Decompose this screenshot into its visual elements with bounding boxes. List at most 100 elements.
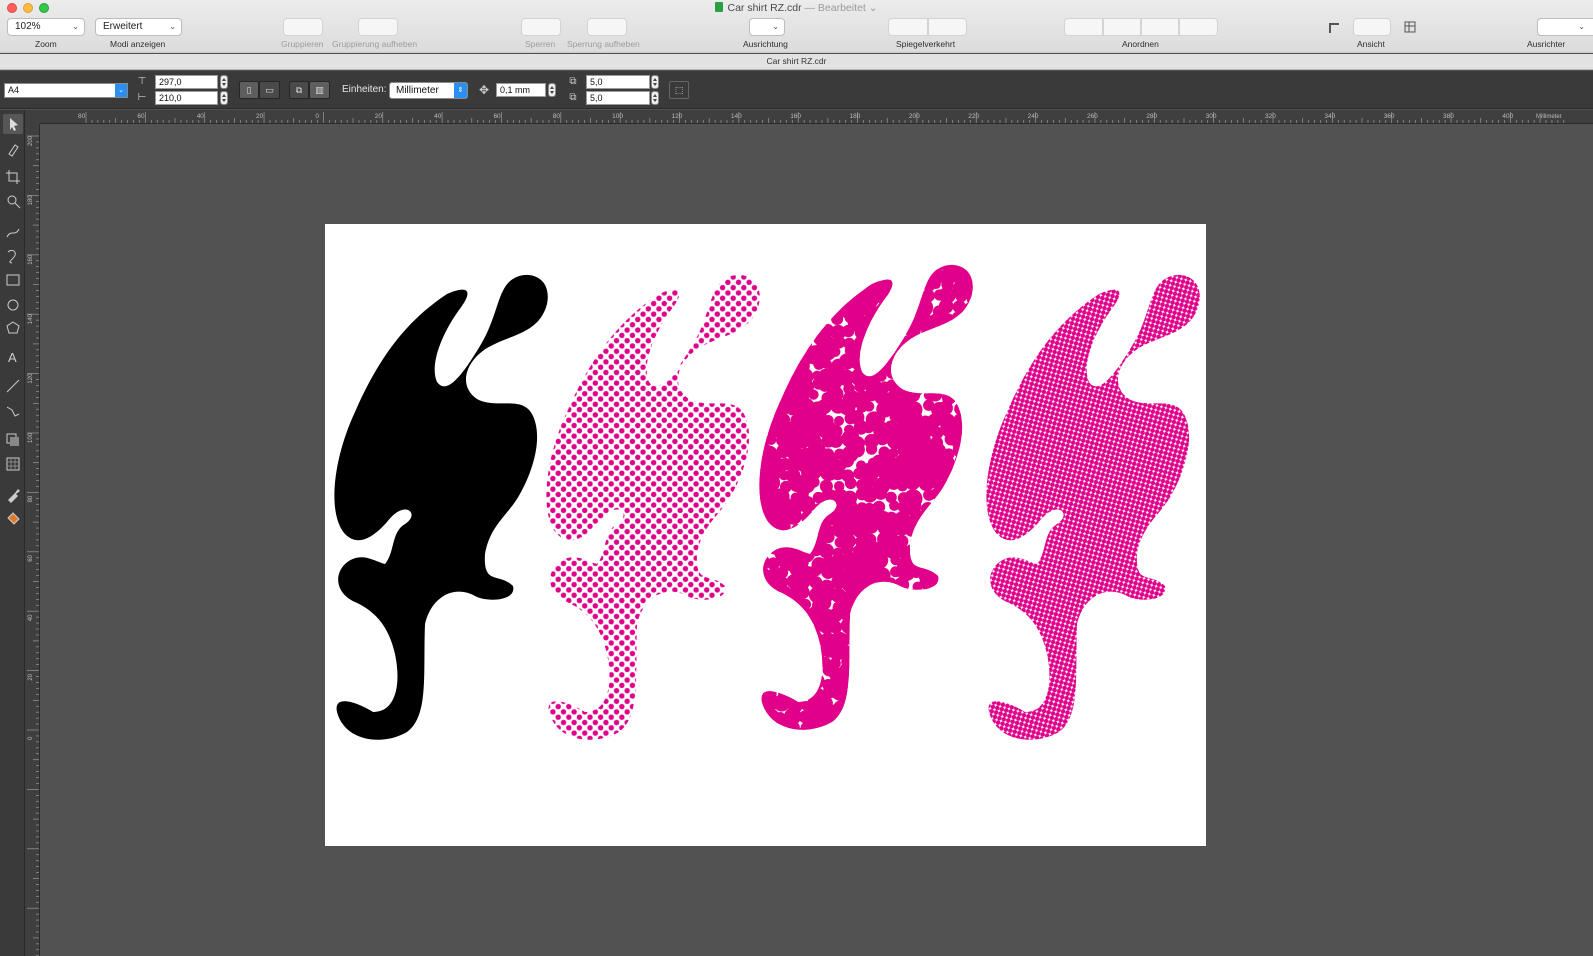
halftone-dot: [950, 675, 969, 695]
unlock-button[interactable]: [587, 18, 627, 36]
shape-tool-button[interactable]: [3, 140, 23, 160]
pick-tool-button[interactable]: [3, 114, 23, 134]
chevron-updown-icon: ⇕: [454, 83, 467, 98]
current-page-button[interactable]: ▥: [309, 81, 330, 99]
halftone-dot: [975, 601, 988, 614]
halftone-dot: [744, 378, 758, 392]
smart-fill-button[interactable]: [3, 246, 23, 266]
text-tool-icon: A: [8, 350, 17, 365]
rulers-toggle-button[interactable]: [1320, 18, 1348, 36]
halftone-dot: [786, 268, 807, 289]
halftone-dot: [963, 598, 973, 612]
page[interactable]: [325, 224, 1206, 846]
crop-tool-button[interactable]: [3, 167, 23, 187]
page-height-input[interactable]: 210,0: [155, 91, 218, 105]
units-value: Millimeter: [396, 85, 439, 96]
halftone-dot: [959, 421, 973, 439]
interactive-fill-button[interactable]: [3, 508, 23, 528]
halftone-dot: [974, 642, 988, 656]
treat-as-filled-button[interactable]: ⬚: [669, 81, 689, 99]
halftone-dot: [864, 701, 877, 714]
duplicate-y-stepper[interactable]: [651, 91, 659, 105]
aligner-select[interactable]: ⌄: [1537, 18, 1593, 36]
drop-shadow-button[interactable]: [3, 430, 23, 450]
duplicate-x-input[interactable]: 5,0: [586, 75, 650, 89]
page-width-input[interactable]: 297,0: [155, 75, 218, 89]
guidelines-toggle-button[interactable]: [1397, 18, 1423, 36]
drop-shadow-icon: [6, 433, 19, 446]
page-width-stepper[interactable]: [220, 75, 228, 89]
arrange-front-button[interactable]: [1064, 18, 1103, 36]
halftone-dot: [954, 402, 967, 416]
all-pages-button[interactable]: ⧉: [289, 81, 309, 99]
ungroup-button[interactable]: [358, 18, 398, 36]
halftone-dot: [769, 641, 781, 654]
artwork[interactable]: [325, 224, 1206, 846]
solid-black-glyph[interactable]: [334, 274, 548, 740]
halftone-dot: [918, 652, 937, 671]
halftone-dot: [823, 531, 835, 544]
page-size-select[interactable]: A4 ⌄: [4, 83, 128, 98]
view-mode-select[interactable]: Erweitert ⌄: [95, 18, 182, 36]
mirror-horizontal-button[interactable]: [888, 18, 928, 36]
nudge-stepper[interactable]: [548, 83, 556, 97]
halftone-dot: [909, 336, 923, 349]
vertical-ruler[interactable]: 200 180 160 140 120 100 80 60 40 20 0: [25, 124, 40, 956]
halftone-dot: [742, 391, 754, 403]
zoom-tool-button[interactable]: [3, 191, 23, 211]
halftone-dot: [884, 246, 903, 265]
halftone-dot: [776, 566, 789, 579]
ellipse-tool-button[interactable]: [3, 295, 23, 315]
halftone-dot: [971, 264, 973, 272]
align-select[interactable]: ⌄: [749, 18, 785, 36]
coarse-dot-glyph[interactable]: [738, 243, 992, 750]
halftone-dot: [799, 641, 813, 656]
halftone-dot: [741, 250, 754, 263]
polygon-tool-button[interactable]: [3, 318, 23, 338]
halftone-dot: [883, 719, 899, 730]
halftone-dot: [863, 401, 875, 412]
halftone-dot: [759, 606, 760, 627]
zoom-select[interactable]: 102% ⌄: [7, 18, 85, 36]
duplicate-y-input[interactable]: 5,0: [586, 91, 650, 105]
transparency-button[interactable]: [3, 454, 23, 474]
arrange-back-button[interactable]: [1179, 18, 1218, 36]
halftone-dot: [953, 652, 970, 669]
rectangle-tool-button[interactable]: [3, 270, 23, 290]
fine-halftone-glyph[interactable]: [546, 274, 760, 740]
horizontal-ruler[interactable]: 80 60 40 20 0 20 40 60 80 100 120 140 160 180 200 220 24…: [40, 110, 1593, 124]
duplicate-x-stepper[interactable]: [651, 75, 659, 89]
halftone-dot: [779, 337, 791, 349]
nudge-distance-input[interactable]: 0,1 mm: [496, 83, 546, 97]
halftone-dot: [766, 301, 783, 318]
arrange-forward-button[interactable]: [1103, 18, 1141, 36]
landscape-button[interactable]: ▭: [259, 81, 280, 99]
halftone-dot: [864, 632, 877, 645]
halftone-dot: [918, 587, 938, 608]
document-tab[interactable]: Car shirt RZ.cdr: [0, 54, 1593, 70]
halftone-dot: [881, 683, 899, 701]
group-button[interactable]: [283, 18, 323, 36]
dense-halftone-glyph[interactable]: [986, 274, 1200, 740]
text-tool-button[interactable]: A: [3, 347, 23, 367]
eyedropper-button[interactable]: [3, 484, 23, 504]
freehand-tool-button[interactable]: [3, 222, 23, 242]
halftone-dot: [943, 708, 956, 721]
ruler-origin[interactable]: [25, 110, 40, 124]
lock-button[interactable]: [521, 18, 561, 36]
arrange-backward-button[interactable]: [1141, 18, 1179, 36]
halftone-dot: [875, 288, 893, 306]
halftone-dot: [949, 530, 968, 549]
portrait-button[interactable]: ▯: [239, 81, 259, 99]
parallel-dimension-button[interactable]: [3, 376, 23, 396]
units-select[interactable]: Millimeter ⇕: [389, 82, 468, 99]
mirror-vertical-button[interactable]: [928, 18, 967, 36]
chevron-down-icon: ⌄: [1578, 22, 1585, 31]
page-height-stepper[interactable]: [220, 91, 228, 105]
halftone-dot: [786, 346, 802, 361]
halftone-dot: [971, 533, 973, 551]
halftone-dot: [941, 653, 956, 668]
view-toggle-button[interactable]: [1353, 18, 1391, 36]
halftone-dot: [904, 474, 921, 491]
connector-tool-button[interactable]: [3, 401, 23, 421]
